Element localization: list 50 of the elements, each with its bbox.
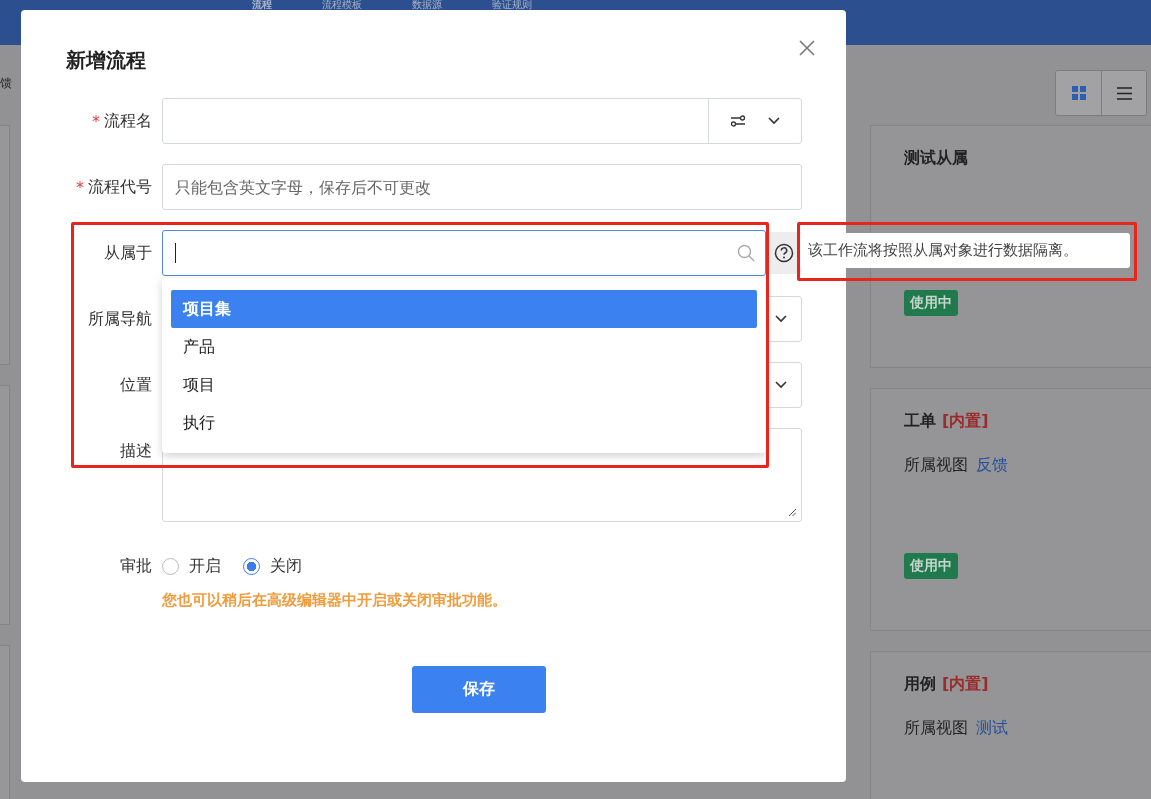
view-toggle-button[interactable]	[1101, 71, 1146, 115]
builtin-tag: [内置]	[942, 674, 989, 695]
field-label: 流程代号	[88, 176, 152, 198]
help-icon[interactable]	[774, 243, 794, 263]
grid-icon	[1071, 86, 1086, 100]
save-button[interactable]: 保存	[412, 666, 546, 713]
nav-tab[interactable]: 流程模板	[322, 0, 362, 10]
field-label: 描述	[120, 440, 152, 462]
view-toggle-button[interactable]	[1056, 71, 1101, 115]
radio-button[interactable]	[162, 557, 179, 575]
nav-tab[interactable]: 数据源	[412, 0, 442, 10]
nav-tab[interactable]: 验证规则	[492, 0, 532, 10]
switch-icon	[730, 114, 747, 128]
radio-label: 开启	[189, 555, 221, 577]
dropdown-option[interactable]: 项目	[171, 366, 757, 404]
toolbar-text: 馈	[0, 74, 12, 92]
view-link[interactable]: 反馈	[976, 455, 1008, 476]
status-badge: 使用中	[904, 553, 958, 579]
dropdown-option[interactable]: 项目集	[171, 290, 757, 328]
list-icon	[1116, 86, 1132, 100]
radio-label: 关闭	[270, 555, 302, 577]
chevron-down-icon	[775, 315, 787, 323]
card-title: 工单	[904, 411, 936, 432]
required-mark: *	[76, 177, 84, 197]
field-label: 审批	[119, 555, 152, 577]
code-field[interactable]: 只能包含英文字母，保存后不可更改	[162, 164, 802, 210]
view-link[interactable]: 测试	[976, 718, 1008, 739]
field-label: 所属导航	[88, 308, 152, 330]
status-badge: 使用中	[904, 290, 958, 316]
field-label: 从属于	[104, 242, 152, 264]
tooltip: 该工作流将按照从属对象进行数据隔离。	[800, 233, 1130, 268]
resize-handle-icon	[788, 508, 796, 516]
card-title: 测试从属	[904, 148, 968, 169]
view-label: 所属视图	[904, 455, 968, 476]
chevron-down-icon	[775, 381, 787, 389]
builtin-tag: [内置]	[942, 411, 989, 432]
view-label: 所属视图	[904, 718, 968, 739]
card-title: 用例	[904, 674, 936, 695]
chevron-down-icon	[767, 117, 780, 125]
approval-hint: 您也可以稍后在高级编辑器中开启或关闭审批功能。	[162, 591, 508, 610]
field-label: 位置	[120, 374, 152, 396]
dialog-title: 新增流程	[66, 47, 147, 73]
close-icon[interactable]	[799, 40, 815, 56]
dropdown-option[interactable]: 产品	[171, 328, 757, 366]
required-mark: *	[92, 111, 100, 131]
radio-button[interactable]	[243, 557, 260, 575]
nav-tab[interactable]: 流程	[252, 0, 272, 10]
dropdown-option[interactable]: 执行	[171, 404, 757, 442]
name-field[interactable]	[162, 98, 802, 144]
field-label: 流程名	[104, 110, 152, 132]
